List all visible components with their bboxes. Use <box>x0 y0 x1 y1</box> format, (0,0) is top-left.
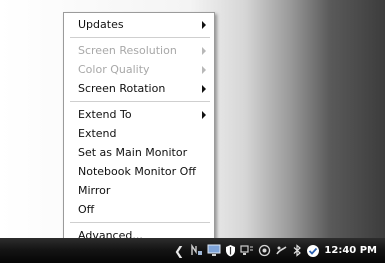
menu-item-label: Extend <box>78 127 117 140</box>
submenu-arrow-icon <box>202 111 206 119</box>
menu-item-label: Screen Resolution <box>78 44 177 57</box>
menu-item-label: Set as Main Monitor <box>78 146 188 159</box>
menu-item-screen-rotation[interactable]: Screen Rotation <box>64 79 214 98</box>
menu-item-label: Color Quality <box>78 63 150 76</box>
menu-separator <box>70 222 210 223</box>
context-menu: Updates Screen Resolution Color Quality … <box>63 12 215 242</box>
clock[interactable]: 12:40 PM <box>324 238 377 263</box>
menu-item-set-as-main-monitor[interactable]: Set as Main Monitor <box>64 143 214 162</box>
taskbar: ❮ 12:40 PM <box>0 238 385 263</box>
submenu-arrow-icon <box>202 66 206 74</box>
menu-item-color-quality: Color Quality <box>64 60 214 79</box>
menu-item-label: Mirror <box>78 184 111 197</box>
menu-item-updates[interactable]: Updates <box>64 15 214 34</box>
submenu-arrow-icon <box>202 21 206 29</box>
menu-item-extend[interactable]: Extend <box>64 124 214 143</box>
menu-item-extend-to[interactable]: Extend To <box>64 105 214 124</box>
system-monitor-icon[interactable] <box>306 244 320 258</box>
menu-item-mirror[interactable]: Mirror <box>64 181 214 200</box>
menu-separator <box>70 37 210 38</box>
connection-icon[interactable] <box>240 244 254 257</box>
menu-item-notebook-monitor-off[interactable]: Notebook Monitor Off <box>64 162 214 181</box>
speaker-icon[interactable] <box>258 244 271 257</box>
notification-area: ❮ <box>174 238 324 263</box>
submenu-arrow-icon <box>202 47 206 55</box>
network-icon[interactable] <box>190 244 203 257</box>
menu-item-label: Off <box>78 203 95 216</box>
submenu-arrow-icon <box>202 85 206 93</box>
menu-item-screen-resolution: Screen Resolution <box>64 41 214 60</box>
security-shield-icon[interactable] <box>225 244 236 257</box>
menu-item-label: Notebook Monitor Off <box>78 165 196 178</box>
display-adapter-icon[interactable] <box>207 244 221 257</box>
bluetooth-icon[interactable] <box>292 244 302 257</box>
power-icon[interactable] <box>275 244 288 257</box>
menu-item-off[interactable]: Off <box>64 200 214 219</box>
menu-item-label: Screen Rotation <box>78 82 166 95</box>
show-hidden-icons-chevron-icon[interactable]: ❮ <box>174 244 184 258</box>
menu-item-label: Updates <box>78 18 124 31</box>
menu-item-label: Extend To <box>78 108 132 121</box>
menu-separator <box>70 101 210 102</box>
